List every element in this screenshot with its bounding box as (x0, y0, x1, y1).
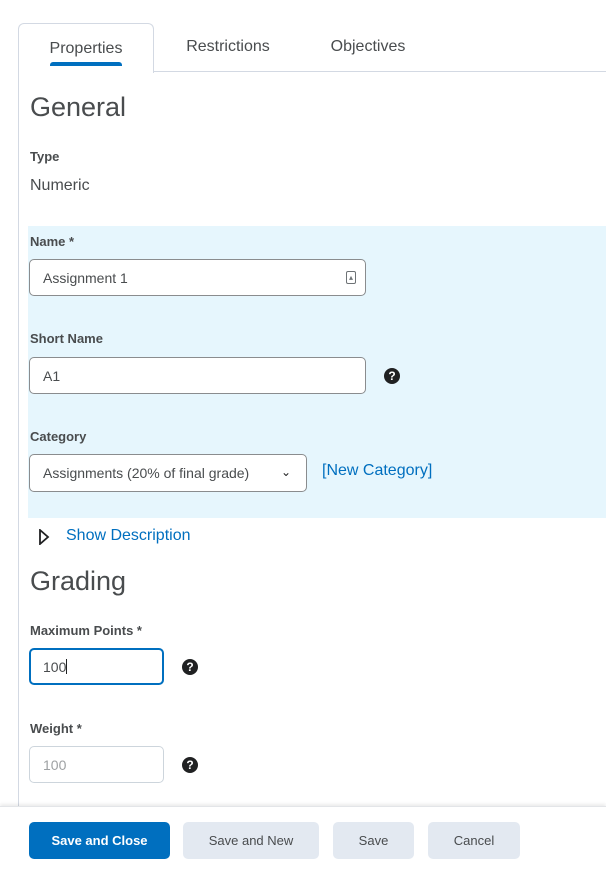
panel-border (18, 71, 19, 873)
help-icon[interactable]: ? (182, 757, 198, 773)
save-and-close-button[interactable]: Save and Close (29, 822, 170, 859)
weight-placeholder: 100 (43, 756, 67, 773)
tab-properties[interactable]: Properties (18, 23, 154, 73)
name-label: Name * (30, 234, 75, 249)
tab-restrictions[interactable]: Restrictions (163, 23, 293, 71)
new-category-link[interactable]: [New Category] (322, 462, 432, 480)
chevron-down-icon: ⌄ (280, 465, 291, 479)
show-description-link[interactable]: Show Description (66, 527, 191, 545)
name-input-value: Assignment 1 (43, 269, 128, 286)
show-description-toggle[interactable] (38, 528, 50, 550)
max-points-input[interactable]: 100 (29, 648, 164, 685)
short-name-value: A1 (43, 367, 61, 384)
tab-baseline (154, 71, 606, 72)
tab-label: Properties (49, 39, 123, 57)
tab-label: Restrictions (186, 38, 270, 55)
category-selected-value: Assignments (20% of final grade) (43, 465, 250, 481)
tab-objectives[interactable]: Objectives (303, 23, 433, 71)
text-cursor (66, 659, 68, 674)
triangle-right-icon (39, 528, 50, 546)
footer-button-bar: Save and Close Save and New Save Cancel (0, 806, 606, 873)
name-input[interactable]: Assignment 1 ▴ (29, 259, 366, 296)
save-and-new-button[interactable]: Save and New (183, 822, 319, 859)
general-heading: General (30, 92, 127, 122)
category-select[interactable]: Assignments (20% of final grade) ⌄ (29, 454, 307, 492)
help-icon[interactable]: ? (384, 368, 400, 384)
language-terms-icon[interactable]: ▴ (346, 271, 356, 284)
grading-heading: Grading (30, 566, 127, 596)
short-name-label: Short Name (30, 331, 103, 346)
weight-label: Weight * (30, 721, 82, 736)
active-tab-indicator (50, 62, 122, 66)
type-value: Numeric (30, 177, 90, 194)
max-points-value: 100 (43, 658, 67, 675)
max-points-label: Maximum Points * (30, 623, 142, 638)
type-label: Type (30, 149, 60, 164)
weight-input[interactable]: 100 (29, 746, 164, 783)
tab-label: Objectives (330, 38, 406, 55)
tab-bar: Properties Restrictions Objectives (18, 23, 606, 73)
short-name-input[interactable]: A1 (29, 357, 366, 394)
category-label: Category (30, 429, 87, 444)
help-icon[interactable]: ? (182, 659, 198, 675)
cancel-button[interactable]: Cancel (428, 822, 520, 859)
save-button[interactable]: Save (333, 822, 414, 859)
